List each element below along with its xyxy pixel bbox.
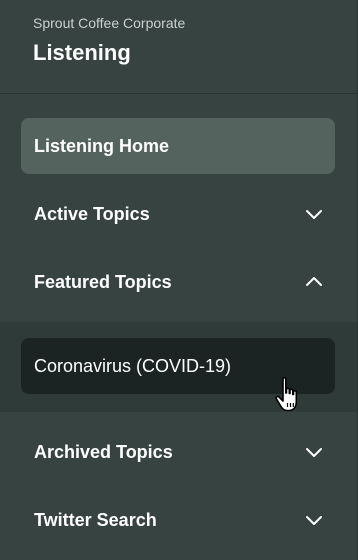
org-name: Sprout Coffee Corporate [33,15,186,31]
sidebar-nav: Listening Home Active Topics Featured To… [0,94,357,548]
listening-sidebar: Sprout Coffee Corporate Listening Listen… [0,0,358,560]
chevron-down-icon[interactable] [305,205,323,223]
sidebar-item-label: Twitter Search [34,509,157,530]
sidebar-item-archived-topics[interactable]: Archived Topics [21,424,335,480]
sidebar-item-active-topics[interactable]: Active Topics [21,186,335,242]
sidebar-item-featured-topics[interactable]: Featured Topics [21,254,335,310]
chevron-up-icon[interactable] [305,273,323,291]
chevron-down-icon[interactable] [305,511,323,529]
hand-pointer-icon [273,376,307,414]
sidebar-item-label: Archived Topics [34,441,173,462]
chevron-down-icon[interactable] [305,443,323,461]
sidebar-item-listening-home[interactable]: Listening Home [21,118,335,174]
sidebar-item-twitter-search[interactable]: Twitter Search [21,492,335,548]
page-title: Listening [33,40,131,65]
sidebar-header: Sprout Coffee Corporate Listening [0,0,357,94]
sidebar-item-label: Featured Topics [34,271,172,292]
sidebar-item-label: Listening Home [34,135,170,156]
sidebar-subitem-label: Coronavirus (COVID-19) [34,355,232,376]
sidebar-item-label: Active Topics [34,203,150,224]
